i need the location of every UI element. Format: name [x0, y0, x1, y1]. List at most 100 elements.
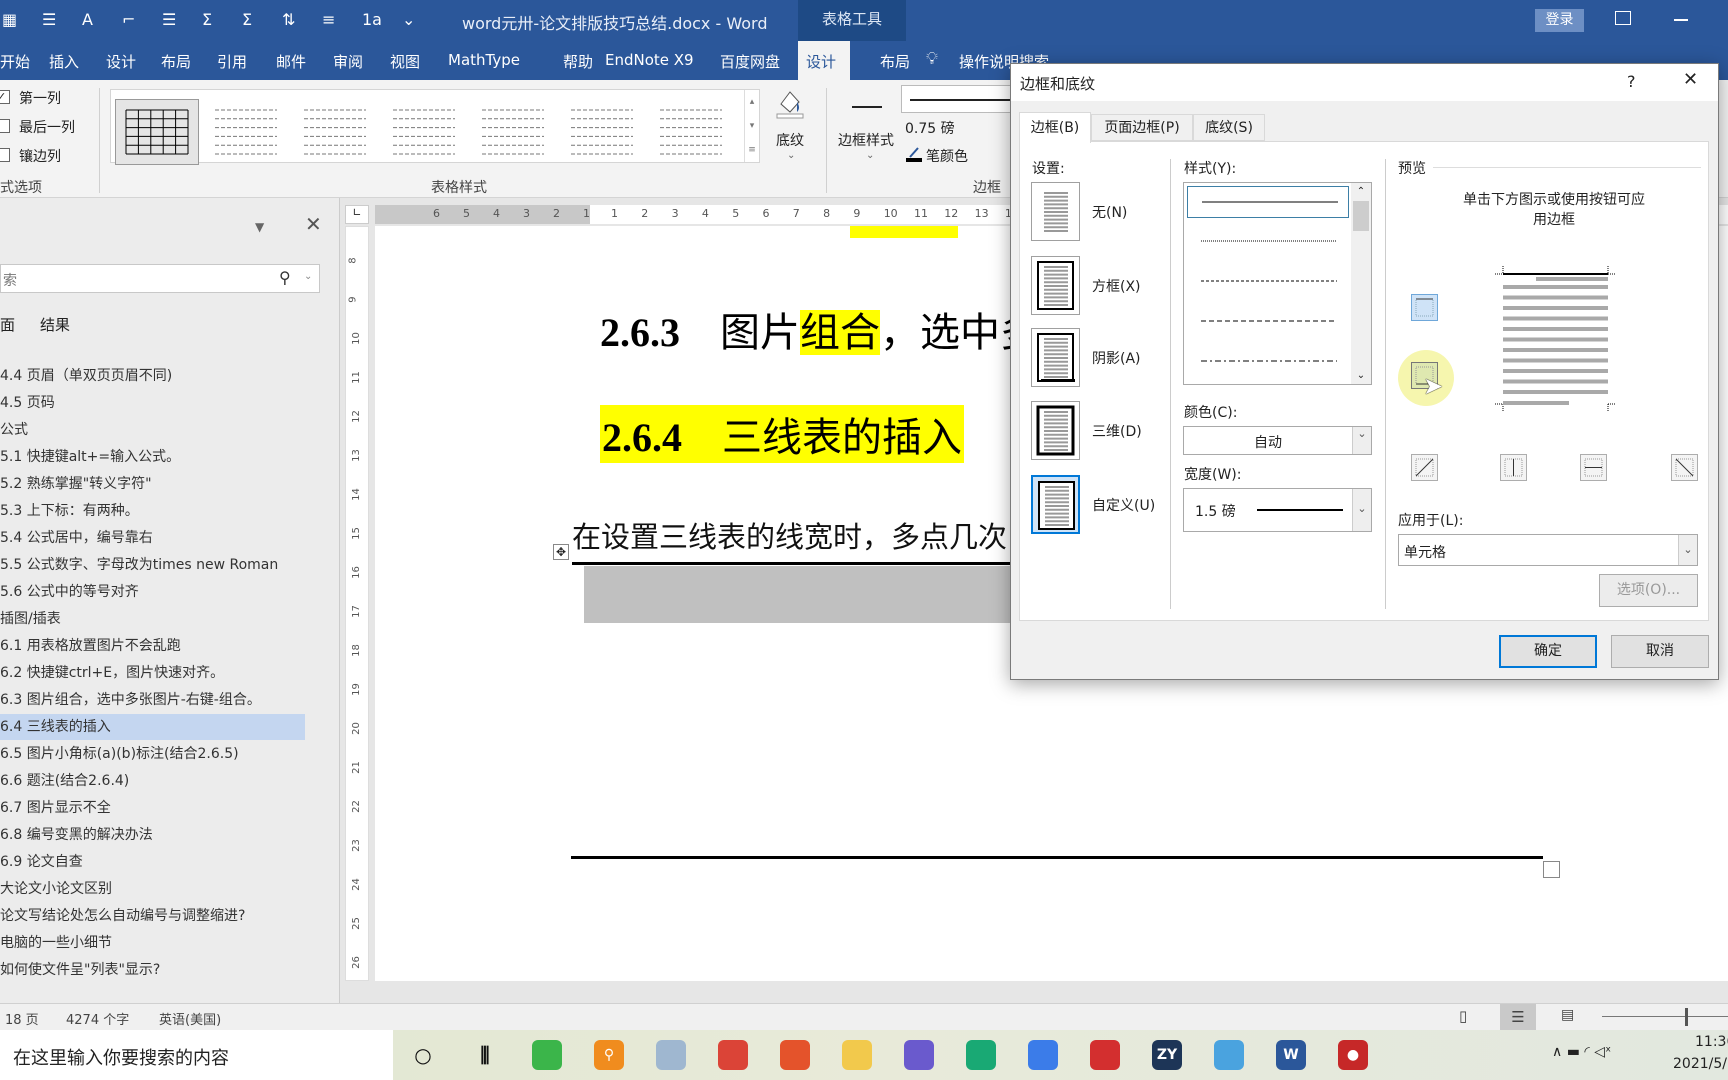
setting-label[interactable]: 无(N)	[1092, 202, 1127, 222]
zoom-slider[interactable]	[1602, 1016, 1728, 1017]
table-style-item[interactable]	[382, 99, 466, 165]
close-pane-icon[interactable]: ✕	[305, 212, 322, 236]
line-style-dashed-small[interactable]	[1187, 266, 1349, 298]
login-button[interactable]: 登录	[1535, 9, 1584, 32]
setting-label[interactable]: 方框(X)	[1092, 276, 1141, 296]
nav-heading-item[interactable]: 6.9 论文自查	[0, 849, 305, 875]
search-icon[interactable]: ⚲	[279, 268, 291, 287]
style-list-scrollbar[interactable]: ⌃ ⌄	[1351, 183, 1371, 384]
word-icon[interactable]: W	[1276, 1040, 1306, 1070]
ribbon-tab[interactable]: EndNote X9	[605, 51, 694, 69]
nav-heading-item[interactable]: 公式	[0, 417, 305, 443]
task-view-icon[interactable]: ⫼	[470, 1040, 500, 1070]
setting-label[interactable]: 阴影(A)	[1092, 348, 1141, 368]
nav-heading-item[interactable]: 6.2 快捷键ctrl+E，图片快速对齐。	[0, 660, 305, 686]
search-dropdown-icon[interactable]: ⌄	[304, 271, 312, 282]
image-app-icon[interactable]	[904, 1040, 934, 1070]
inside-horizontal-border-button[interactable]	[1580, 454, 1607, 481]
border-styles-dropdown-icon[interactable]: ⌄	[866, 150, 874, 161]
bullets-icon[interactable]: ☰	[42, 10, 56, 29]
nav-heading-item[interactable]: 电脑的一些小细节	[0, 930, 305, 956]
comment-icon[interactable]: ⌐	[122, 10, 135, 29]
inside-vertical-border-button[interactable]	[1500, 454, 1527, 481]
nav-tab-pages[interactable]: 面	[0, 314, 15, 335]
ribbon-display-options-icon[interactable]	[1615, 11, 1631, 25]
width-dropdown[interactable]: 1.5 磅 ⌄	[1183, 488, 1372, 532]
nav-heading-item[interactable]: 6.6 题注(结合2.6.4)	[0, 768, 305, 794]
nav-heading-item[interactable]: 如何使文件呈"列表"显示?	[0, 957, 305, 983]
vertical-ruler[interactable]: 8 9 10 11 12 13 14 15 16 17 18 19 20 21 22 23 24 25 26	[345, 226, 369, 981]
youdao-icon[interactable]	[1090, 1040, 1120, 1070]
nav-heading-item[interactable]: 插图/插表	[0, 606, 305, 632]
line-style-dashed[interactable]	[1187, 306, 1349, 338]
ribbon-tab[interactable]: 开始	[0, 51, 30, 72]
print-layout-icon[interactable]: ☰	[1500, 1004, 1536, 1031]
top-border-button[interactable]	[1411, 294, 1438, 321]
pen-weight-dropdown[interactable]: 0.75 磅	[905, 118, 955, 138]
nav-heading-item[interactable]: 6.7 图片显示不全	[0, 795, 305, 821]
language[interactable]: 英语(美国)	[159, 1009, 221, 1028]
numbering-1a-icon[interactable]: 1a	[362, 10, 382, 29]
diagonal-up-border-button[interactable]	[1411, 454, 1438, 481]
nav-heading-item[interactable]: 5.1 快捷键alt+=输入公式。	[0, 444, 305, 470]
apply-to-dropdown[interactable]: 单元格 ⌄	[1398, 534, 1698, 566]
ribbon-tab[interactable]: 设计	[106, 51, 136, 72]
ribbon-tab[interactable]: 插入	[49, 51, 79, 72]
tab-page-border[interactable]: 页面边框(P)	[1091, 114, 1193, 141]
tab-shading[interactable]: 底纹(S)	[1193, 114, 1265, 141]
customize-icon[interactable]: ⌄	[402, 10, 415, 29]
shading-dropdown-icon[interactable]: ⌄	[787, 150, 795, 161]
shading-bucket-icon[interactable]	[775, 86, 805, 120]
tab-selector[interactable]: ∟	[345, 205, 369, 224]
setting-label[interactable]: 三维(D)	[1092, 421, 1142, 441]
sum-alt-icon[interactable]: Σ	[242, 10, 252, 29]
option-checkbox[interactable]	[0, 119, 10, 133]
tray-icons[interactable]: ∧ ▬ ◜ ◁ˣ	[1552, 1044, 1611, 1060]
nav-heading-item[interactable]: 论文写结论处怎么自动编号与调整缩进?	[0, 903, 305, 929]
ribbon-tab[interactable]: 引用	[217, 51, 247, 72]
line-style-dropdown[interactable]	[901, 85, 1021, 113]
nav-heading-item[interactable]: 5.6 公式中的等号对齐	[0, 579, 305, 605]
pane-options-icon[interactable]: ▼	[255, 220, 264, 234]
sum-icon[interactable]: Σ	[202, 10, 212, 29]
chrome-icon[interactable]	[718, 1040, 748, 1070]
help-button[interactable]: ?	[1627, 72, 1636, 91]
setting-label[interactable]: 自定义(U)	[1092, 495, 1155, 515]
wechat-icon[interactable]	[532, 1040, 562, 1070]
zoom-slider-thumb[interactable]	[1685, 1008, 1688, 1026]
ribbon-tab[interactable]: 百度网盘	[720, 51, 780, 72]
table-icon[interactable]: ▦	[2, 10, 17, 29]
clock-time[interactable]: 11:36	[1695, 1034, 1728, 1050]
nav-heading-item[interactable]: 5.2 熟练掌握"转义字符"	[0, 471, 305, 497]
taskbar-search[interactable]: 在这里输入你要搜索的内容	[0, 1030, 393, 1080]
ribbon-tab[interactable]: 视图	[390, 51, 420, 72]
font-format-icon[interactable]: A	[82, 10, 93, 29]
table-style-item[interactable]	[115, 99, 199, 165]
sort-icon[interactable]: ⇅	[282, 10, 295, 29]
paragraph-icon[interactable]: ≡	[322, 10, 335, 29]
table-style-item[interactable]	[293, 99, 377, 165]
nav-heading-item[interactable]: 6.1 用表格放置图片不会乱跑	[0, 633, 305, 659]
nav-heading-item[interactable]: 6.3 图片组合，选中多张图片-右键-组合。	[0, 687, 305, 713]
xmind-icon[interactable]	[780, 1040, 810, 1070]
dialog-close-icon[interactable]: ✕	[1683, 69, 1698, 90]
nav-heading-item[interactable]: 6.5 图片小角标(a)(b)标注(结合2.6.5)	[0, 741, 305, 767]
nav-search-input[interactable]: 索 ⚲ ⌄	[0, 264, 320, 293]
nav-heading-item[interactable]: 5.4 公式居中，编号靠右	[0, 525, 305, 551]
cortana-icon[interactable]: ○	[408, 1040, 438, 1070]
option-checkbox[interactable]: ✓	[0, 90, 10, 104]
clock-date[interactable]: 2021/5/	[1673, 1056, 1727, 1072]
read-mode-icon[interactable]: ▯	[1459, 1007, 1467, 1025]
recorder-icon[interactable]: ●	[1338, 1040, 1368, 1070]
diagonal-down-border-button[interactable]	[1671, 454, 1698, 481]
line-style-solid[interactable]	[1187, 186, 1349, 218]
ok-button[interactable]: 确定	[1499, 635, 1597, 668]
setting-custom-icon[interactable]	[1031, 475, 1080, 534]
setting-shadow-icon[interactable]	[1031, 328, 1080, 387]
nav-heading-item[interactable]: 大论文小论文区别	[0, 876, 305, 902]
table-move-handle-icon[interactable]: ✥	[553, 544, 569, 560]
baidu-netdisk-icon[interactable]	[1214, 1040, 1244, 1070]
line-style-dotted[interactable]	[1187, 226, 1349, 258]
shading-button[interactable]: 底纹	[776, 130, 804, 150]
table-style-item[interactable]	[560, 99, 644, 165]
